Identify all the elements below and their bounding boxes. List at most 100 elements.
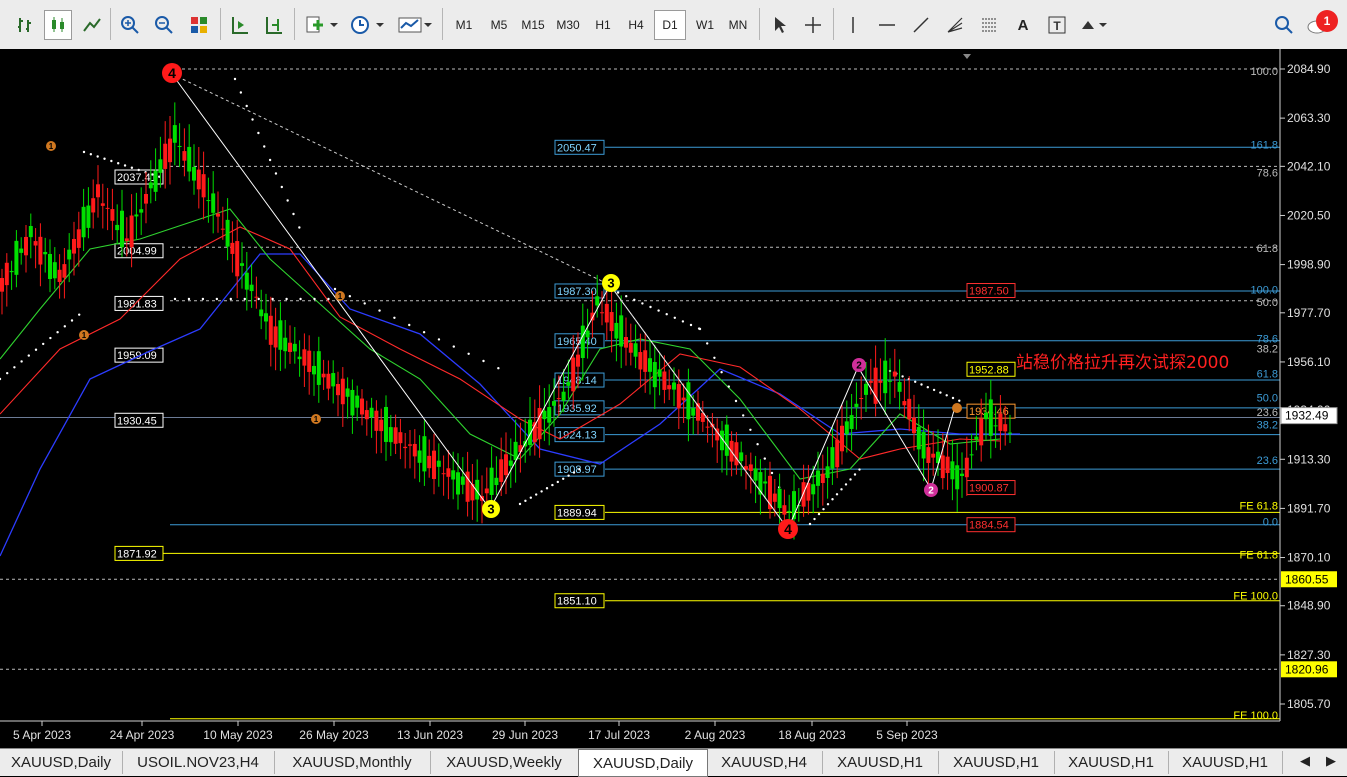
sar-dot (215, 297, 219, 301)
clock-icon[interactable] (346, 10, 388, 40)
chart-tab[interactable]: XAUUSD,Daily (578, 749, 708, 777)
sar-dot (363, 302, 366, 305)
tab-prev-icon[interactable]: ◀ (1300, 753, 1310, 769)
sar-dot (239, 91, 243, 94)
chart-tab[interactable]: XAUUSD,H1 (938, 751, 1055, 774)
candle-body (609, 312, 614, 332)
sar-dot (63, 325, 66, 328)
candle-body (960, 473, 964, 477)
price-chart[interactable]: 2037.412004.991981.831959.091930.451871.… (0, 49, 1347, 748)
zoom-in-icon[interactable] (116, 10, 144, 40)
candlestick-icon[interactable] (44, 10, 72, 40)
current-price-label: 1932.49 (1285, 409, 1329, 423)
candle-body (110, 209, 115, 221)
candle-body (220, 228, 225, 230)
tile-windows-icon[interactable] (185, 10, 213, 40)
sar-dot (844, 483, 848, 486)
candle-body (595, 296, 600, 306)
candle-body (854, 403, 859, 407)
candle-body (124, 238, 129, 242)
fib-level-label: 100.0 (1250, 66, 1278, 78)
fibo-fan-icon[interactable] (941, 10, 969, 40)
sar-dot (813, 517, 816, 521)
sar-dot (835, 493, 839, 496)
chart-tab[interactable]: XAUUSD,H1 (822, 751, 939, 774)
chart-tab[interactable]: XAUUSD,Monthly (274, 751, 431, 774)
time-tick-label: 18 Aug 2023 (778, 728, 846, 742)
timeframe-m5[interactable]: M5 (483, 10, 515, 40)
candle-body (48, 253, 52, 280)
sar-dot (763, 457, 766, 460)
candle-body (393, 427, 398, 444)
timeframe-h1[interactable]: H1 (587, 10, 619, 40)
wave-label: 3 (607, 276, 614, 291)
chart-tab[interactable]: XAUUSD,H4 (706, 751, 823, 774)
fibo-retracement-icon[interactable] (975, 10, 1003, 40)
chart-tab[interactable]: XAUUSD,H1 (1054, 751, 1169, 774)
candle-body (964, 457, 969, 478)
chart-tab[interactable]: XAUUSD,H1 (1168, 751, 1283, 774)
sar-dot (257, 297, 260, 301)
price-tick-label: 1827.30 (1287, 648, 1331, 662)
line-chart-icon[interactable] (78, 10, 106, 40)
timeframe-m1[interactable]: M1 (448, 10, 480, 40)
sar-dot (78, 313, 81, 316)
templates-icon[interactable] (394, 10, 436, 40)
candle-body (916, 426, 921, 450)
candle-body (350, 389, 355, 416)
candle-body (19, 248, 24, 253)
notification-badge[interactable]: 1 (1316, 10, 1338, 32)
sar-dot (951, 396, 955, 400)
chart-tab[interactable]: XAUUSD,Weekly (430, 751, 579, 774)
sar-dot (689, 323, 693, 327)
horizontal-line-icon[interactable] (873, 10, 901, 40)
timeframe-d1[interactable]: D1 (654, 10, 686, 40)
text-icon[interactable]: A (1009, 10, 1037, 40)
candle-body (590, 312, 595, 321)
candle-body (499, 459, 504, 482)
timeframe-h4[interactable]: H4 (620, 10, 652, 40)
new-order-icon[interactable] (300, 10, 342, 40)
candle-body (940, 455, 945, 479)
zoom-out-icon[interactable] (150, 10, 178, 40)
candle-body (628, 342, 633, 353)
candle-body (643, 350, 648, 372)
sar-dot (280, 185, 283, 189)
candle-body (662, 371, 667, 390)
crosshair-icon[interactable] (799, 10, 827, 40)
chart-tab[interactable]: USOIL.NOV23,H4 (122, 751, 275, 774)
candle-body (984, 412, 988, 420)
sar-dot (497, 367, 500, 370)
search-icon[interactable] (1270, 10, 1298, 40)
sar-dot (572, 471, 576, 474)
timeframe-m15[interactable]: M15 (517, 10, 549, 40)
wave-label: 4 (784, 521, 792, 537)
candle-body (460, 476, 465, 485)
candle-body (537, 407, 542, 440)
level-label: 1924.13 (557, 430, 597, 442)
sar-dot (853, 473, 857, 476)
trendline-icon[interactable] (907, 10, 935, 40)
timeframe-w1[interactable]: W1 (689, 10, 721, 40)
tab-next-icon[interactable]: ▶ (1326, 753, 1336, 769)
text-label-icon[interactable]: T (1043, 10, 1071, 40)
candle-body (43, 251, 48, 255)
chart-shift-icon[interactable] (260, 10, 288, 40)
chart-tab[interactable]: XAUUSD,Daily (0, 751, 123, 774)
fib-level-label: 100.0 (1250, 284, 1278, 296)
sar-dot (110, 159, 113, 163)
candle-body (91, 198, 96, 213)
autoscroll-icon[interactable] (226, 10, 254, 40)
timeframe-m30[interactable]: M30 (552, 10, 584, 40)
bar-chart-icon[interactable] (12, 10, 40, 40)
chart-annotation: 站稳价格拉升再次试探2000 (1016, 353, 1229, 373)
sar-dot (657, 309, 660, 312)
timeframe-mn[interactable]: MN (722, 10, 754, 40)
vertical-line-icon[interactable] (839, 10, 867, 40)
candle-body (859, 398, 864, 400)
toolbar-separator (220, 8, 221, 40)
candle-body (566, 382, 571, 386)
candle-body (1008, 432, 1012, 434)
arrows-icon[interactable] (1077, 10, 1115, 40)
cursor-icon[interactable] (765, 10, 793, 40)
